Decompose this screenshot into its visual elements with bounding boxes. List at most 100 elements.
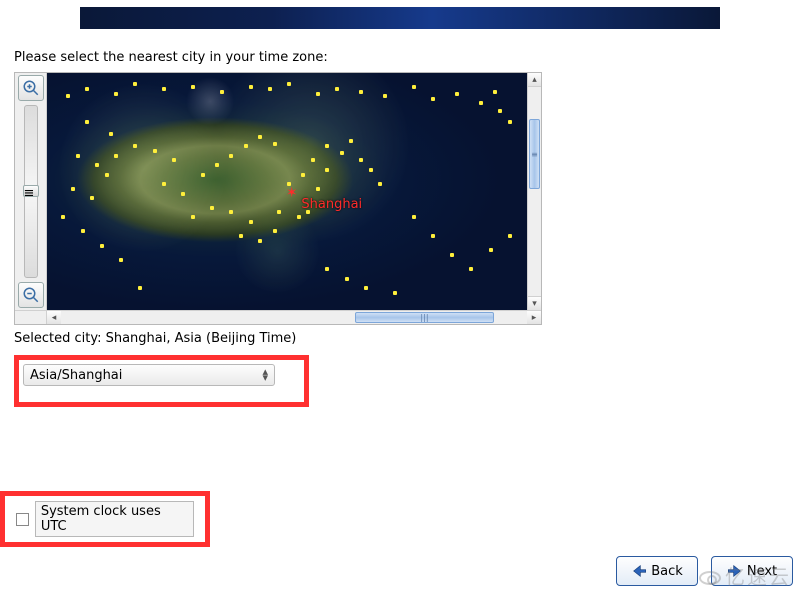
- city-dot[interactable]: [493, 90, 497, 94]
- vertical-scroll-thumb[interactable]: ≡: [529, 119, 540, 189]
- city-dot[interactable]: [138, 286, 142, 290]
- city-dot[interactable]: [301, 173, 305, 177]
- city-dot[interactable]: [215, 163, 219, 167]
- city-dot[interactable]: [105, 173, 109, 177]
- city-dot[interactable]: [220, 90, 224, 94]
- map-canvas[interactable]: ✶Shanghai: [47, 73, 527, 310]
- utc-checkbox-label[interactable]: System clock uses UTC: [35, 501, 194, 537]
- city-dot[interactable]: [508, 120, 512, 124]
- city-dot[interactable]: [76, 154, 80, 158]
- city-dot[interactable]: [66, 94, 70, 98]
- city-dot[interactable]: [364, 286, 368, 290]
- instruction-text: Please select the nearest city in your t…: [14, 50, 328, 65]
- city-dot[interactable]: [345, 277, 349, 281]
- city-dot[interactable]: [81, 229, 85, 233]
- city-dot[interactable]: [340, 151, 344, 155]
- zoom-controls: ≡: [15, 73, 47, 310]
- city-dot[interactable]: [431, 97, 435, 101]
- city-dot[interactable]: [316, 187, 320, 191]
- next-button[interactable]: Next: [711, 556, 793, 586]
- city-dot[interactable]: [191, 85, 195, 89]
- city-dot[interactable]: [181, 192, 185, 196]
- scroll-right-arrow-icon[interactable]: ▸: [527, 311, 541, 324]
- city-dot[interactable]: [100, 244, 104, 248]
- city-dot[interactable]: [489, 248, 493, 252]
- selected-city-map-label: Shanghai: [301, 197, 362, 212]
- horizontal-scroll-thumb[interactable]: |||: [355, 312, 495, 323]
- city-dot[interactable]: [325, 144, 329, 148]
- city-dot[interactable]: [210, 206, 214, 210]
- city-dot[interactable]: [239, 234, 243, 238]
- city-dot[interactable]: [378, 182, 382, 186]
- city-dot[interactable]: [273, 229, 277, 233]
- map-vertical-scrollbar[interactable]: ▴ ≡ ▾: [527, 73, 541, 310]
- utc-checkbox[interactable]: [16, 513, 29, 526]
- city-dot[interactable]: [119, 258, 123, 262]
- city-dot[interactable]: [273, 142, 277, 146]
- city-dot[interactable]: [383, 94, 387, 98]
- scroll-left-arrow-icon[interactable]: ◂: [47, 311, 61, 324]
- zoom-slider[interactable]: ≡: [24, 105, 38, 278]
- city-dot[interactable]: [431, 234, 435, 238]
- city-dot[interactable]: [359, 158, 363, 162]
- horizontal-scroll-track[interactable]: |||: [61, 311, 527, 324]
- city-dot[interactable]: [114, 154, 118, 158]
- city-dot[interactable]: [316, 92, 320, 96]
- scroll-down-arrow-icon[interactable]: ▾: [528, 296, 541, 310]
- city-dot[interactable]: [61, 215, 65, 219]
- city-dot[interactable]: [249, 220, 253, 224]
- dropdown-chevron-icon: ▴▾: [262, 369, 268, 381]
- city-dot[interactable]: [201, 173, 205, 177]
- utc-checkbox-highlight: System clock uses UTC: [0, 491, 210, 547]
- city-dot[interactable]: [412, 85, 416, 89]
- city-dot[interactable]: [297, 215, 301, 219]
- city-dot[interactable]: [369, 168, 373, 172]
- city-dot[interactable]: [244, 144, 248, 148]
- city-dot[interactable]: [258, 239, 262, 243]
- city-dot[interactable]: [455, 92, 459, 96]
- city-dot[interactable]: [191, 215, 195, 219]
- city-dot[interactable]: [133, 144, 137, 148]
- city-dot[interactable]: [249, 85, 253, 89]
- city-dot[interactable]: [268, 87, 272, 91]
- zoom-out-button[interactable]: [18, 282, 44, 308]
- arrow-right-icon: [727, 563, 743, 579]
- city-dot[interactable]: [162, 87, 166, 91]
- city-dot[interactable]: [71, 187, 75, 191]
- city-dot[interactable]: [325, 168, 329, 172]
- zoom-slider-thumb[interactable]: ≡: [23, 185, 39, 197]
- timezone-dropdown[interactable]: Asia/Shanghai ▴▾: [23, 364, 275, 386]
- city-dot[interactable]: [479, 101, 483, 105]
- city-dot[interactable]: [287, 82, 291, 86]
- city-dot[interactable]: [90, 196, 94, 200]
- city-dot[interactable]: [114, 92, 118, 96]
- city-dot[interactable]: [95, 163, 99, 167]
- city-dot[interactable]: [258, 135, 262, 139]
- city-dot[interactable]: [335, 87, 339, 91]
- city-dot[interactable]: [153, 149, 157, 153]
- arrow-left-icon: [631, 563, 647, 579]
- city-dot[interactable]: [172, 158, 176, 162]
- zoom-in-icon: [22, 79, 40, 97]
- city-dot[interactable]: [162, 182, 166, 186]
- back-button[interactable]: Back: [616, 556, 698, 586]
- city-dot[interactable]: [85, 87, 89, 91]
- city-dot[interactable]: [450, 253, 454, 257]
- city-dot[interactable]: [229, 154, 233, 158]
- city-dot[interactable]: [498, 109, 502, 113]
- zoom-out-icon: [22, 286, 40, 304]
- city-dot[interactable]: [311, 158, 315, 162]
- timezone-dropdown-value: Asia/Shanghai: [30, 368, 122, 383]
- timezone-map: ≡ ✶Shanghai ▴ ≡ ▾ ◂ |||: [14, 72, 542, 325]
- back-button-label: Back: [651, 564, 683, 579]
- map-horizontal-scrollbar[interactable]: ◂ ||| ▸: [15, 310, 541, 324]
- city-dot[interactable]: [359, 90, 363, 94]
- city-dot[interactable]: [393, 291, 397, 295]
- selected-city-label: Selected city: Shanghai, Asia (Beijing T…: [14, 331, 296, 346]
- wizard-nav-buttons: Back Next: [616, 556, 793, 586]
- city-dot[interactable]: [508, 234, 512, 238]
- city-dot[interactable]: [412, 215, 416, 219]
- scroll-up-arrow-icon[interactable]: ▴: [528, 73, 541, 87]
- selected-city-marker[interactable]: ✶: [286, 185, 298, 201]
- zoom-in-button[interactable]: [18, 75, 44, 101]
